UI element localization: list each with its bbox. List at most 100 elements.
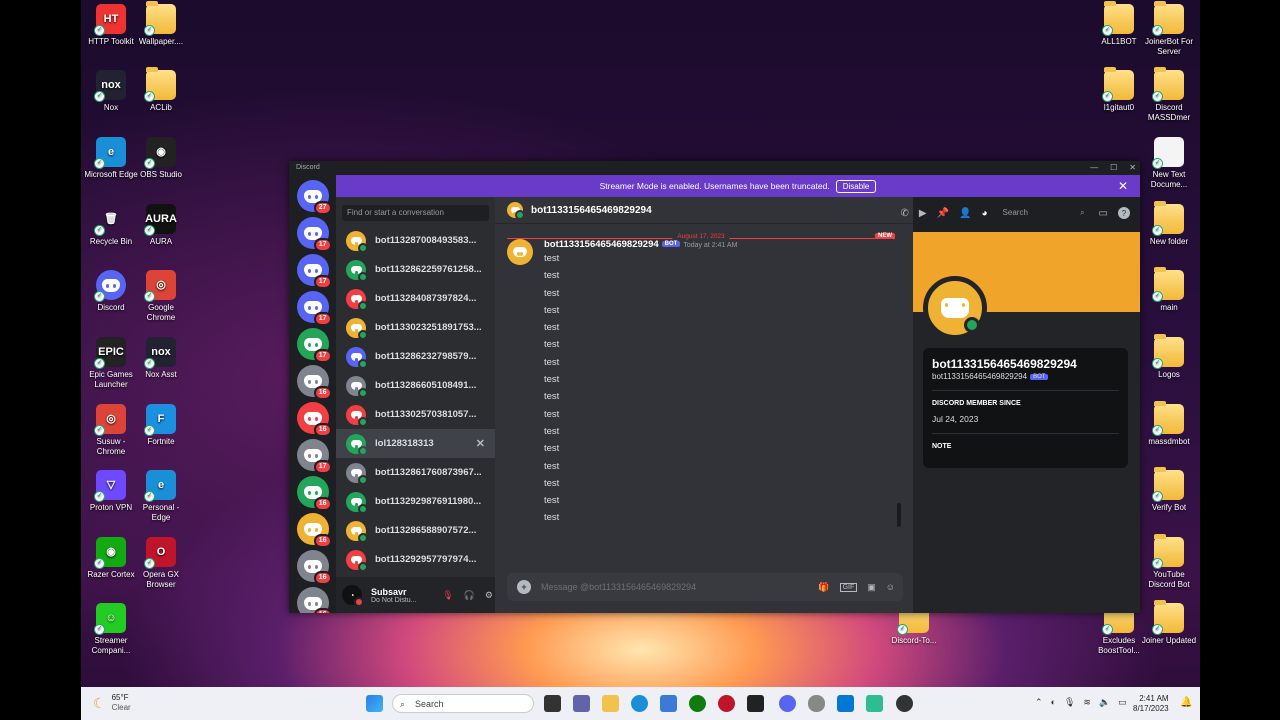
pin-icon[interactable]: 📌	[937, 208, 949, 219]
help-icon[interactable]: ?	[1118, 207, 1130, 219]
desktop-icon[interactable]: nox ✓ Nox	[83, 70, 139, 113]
tray-chevron-icon[interactable]: ⌃	[1035, 697, 1043, 708]
desktop-icon[interactable]: ✓ l1gitaut0	[1091, 67, 1147, 113]
desktop-icon[interactable]: ✓ massdmbot	[1141, 401, 1197, 447]
chat-search-input[interactable]: Search ⌕	[997, 206, 1089, 220]
dm-notification-avatar[interactable]: 17	[296, 328, 332, 363]
dm-item[interactable]: bot113292957797974...	[336, 545, 495, 574]
dm-item[interactable]: lol128318313 ✕	[336, 429, 495, 458]
clock[interactable]: 2:41 AM 8/17/2023	[1133, 694, 1169, 714]
wifi-icon[interactable]: ≋	[1083, 697, 1091, 708]
desktop-icon[interactable]: e ✓ Microsoft Edge	[83, 137, 139, 180]
desktop-icon[interactable]: nox ✓ Nox Asst	[133, 337, 189, 380]
dm-notification-avatar[interactable]: 17	[296, 217, 332, 252]
desktop-icon[interactable]: ✓ JoinerBot For Server	[1141, 1, 1197, 57]
xbox-icon[interactable]	[689, 695, 706, 712]
dm-item[interactable]: bot113286225976125​8...	[336, 255, 495, 284]
volume-icon[interactable]: 🔈	[1099, 697, 1110, 708]
desktop-icon[interactable]: O ✓ Opera GX Browser	[133, 537, 189, 590]
desktop-icon[interactable]: ✓ Logos	[1141, 334, 1197, 380]
banner-close-icon[interactable]: ✕	[1118, 179, 1128, 193]
dm-item[interactable]: bot113302570381057...	[336, 400, 495, 429]
emoji-icon[interactable]: ☺	[886, 582, 895, 592]
mouse-app-icon[interactable]	[808, 695, 825, 712]
desktop-icon[interactable]: ✓ Verify Bot	[1141, 467, 1197, 513]
inbox-icon[interactable]: ▭	[1099, 208, 1108, 219]
desktop-icon[interactable]: ✓ New Text Docume...	[1141, 137, 1197, 190]
desktop-icon[interactable]: ▽ ✓ Proton VPN	[83, 470, 139, 513]
minimize-icon[interactable]: —	[1090, 161, 1098, 175]
gif-icon[interactable]: GIF	[839, 582, 858, 592]
dm-notification-avatar[interactable]: 16	[296, 550, 332, 585]
desktop-icon[interactable]: ✓ Discord	[83, 270, 139, 313]
desktop-icon[interactable]: ✓ ACLib	[133, 67, 189, 113]
note-label[interactable]: NOTE	[932, 443, 1119, 450]
user-profile-icon[interactable]: ◕	[982, 208, 988, 219]
desktop-icon[interactable]: EPIC ✓ Epic Games Launcher	[83, 337, 139, 390]
add-attachment-icon[interactable]: +	[517, 580, 531, 594]
mute-mic-icon[interactable]: 🎙	[442, 590, 453, 601]
dm-item[interactable]: bot113302325189175​3...	[336, 313, 495, 342]
dm-notification-avatar[interactable]: 16	[296, 365, 332, 400]
dm-item[interactable]: bot113292987691198​0...	[336, 487, 495, 516]
desktop-icon[interactable]: ◉ ✓ Razer Cortex	[83, 537, 139, 580]
discord-taskbar-icon[interactable]	[779, 695, 796, 712]
desktop-icon[interactable]: F ✓ Fortnite	[133, 404, 189, 447]
gift-icon[interactable]: 🎁	[818, 582, 829, 593]
vscode-icon[interactable]	[837, 695, 854, 712]
desktop-icon[interactable]: 🗑 ✓ Recycle Bin	[83, 204, 139, 247]
dm-notification-avatar[interactable]: 17	[296, 439, 332, 474]
add-friend-icon[interactable]: 👤	[959, 208, 971, 219]
mic-tray-icon[interactable]: 🎙	[1064, 697, 1075, 708]
desktop-icon[interactable]: HT ✓ HTTP Toolkit	[83, 4, 139, 47]
message-author-avatar[interactable]	[507, 239, 533, 265]
app-taskbar-icon[interactable]	[896, 695, 913, 712]
dm-notification-avatar[interactable]: 17	[296, 254, 332, 289]
dm-item[interactable]: bot113286605108491...	[336, 371, 495, 400]
dm-notification-avatar[interactable]: 17	[296, 291, 332, 326]
dm-item[interactable]: bot113286232798579...	[336, 342, 495, 371]
desktop-icon[interactable]: ◎ ✓ Susuw - Chrome	[83, 404, 139, 457]
file-explorer-icon[interactable]	[602, 695, 619, 712]
notification-icon[interactable]: 🔔	[1180, 697, 1192, 708]
message-author[interactable]: bot1133156465469829294	[544, 239, 659, 250]
close-dm-icon[interactable]: ✕	[476, 437, 485, 450]
desktop-icon[interactable]: ✓ New folder	[1141, 201, 1197, 247]
desktop-icon[interactable]: ✓ Wallpaper....	[133, 1, 189, 47]
teams-icon[interactable]	[573, 695, 590, 712]
dm-item[interactable]: bot113287008493583...	[336, 226, 495, 255]
task-view-icon[interactable]	[544, 695, 561, 712]
chat-scrollbar[interactable]	[897, 503, 901, 527]
message-composer[interactable]: + Message @bot1133156465469829294 🎁 GIF …	[507, 573, 903, 601]
terminal-icon[interactable]	[747, 695, 764, 712]
dm-notification-avatar[interactable]: 16	[296, 513, 332, 548]
desktop-icon[interactable]: ✓ YouTube Discord Bot	[1141, 534, 1197, 590]
disable-streamer-button[interactable]: Disable	[835, 179, 877, 193]
profile-avatar[interactable]	[923, 276, 987, 340]
dm-item[interactable]: bot113286588907572...	[336, 516, 495, 545]
maximize-icon[interactable]: ☐	[1110, 161, 1117, 175]
desktop-icon[interactable]: ✓ main	[1141, 267, 1197, 313]
dm-item[interactable]: bot113286176087396​7...	[336, 458, 495, 487]
sticker-icon[interactable]: ▣	[867, 582, 876, 593]
notepad-icon[interactable]	[866, 695, 883, 712]
opera-icon[interactable]	[718, 695, 735, 712]
battery-icon[interactable]: ▭	[1118, 697, 1127, 708]
start-windows-icon[interactable]	[366, 695, 383, 712]
taskbar-search[interactable]: ⌕ Search	[392, 694, 534, 713]
find-conversation-input[interactable]: Find or start a conversation	[342, 205, 489, 221]
desktop-icon[interactable]: ✓ Joiner Updated	[1141, 600, 1197, 646]
desktop-icon[interactable]: ✓ Discord MASSDmer	[1141, 67, 1197, 123]
dm-notification-avatar[interactable]: 16	[296, 587, 332, 613]
video-call-icon[interactable]: ▶	[919, 208, 927, 219]
desktop-icon[interactable]: AURA ✓ AURA	[133, 204, 189, 247]
dm-notification-avatar[interactable]: 16	[296, 402, 332, 437]
store-icon[interactable]	[660, 695, 677, 712]
close-window-icon[interactable]: ✕	[1129, 161, 1136, 175]
tray-app-icon[interactable]: ◐	[1051, 697, 1056, 708]
desktop-icon[interactable]: e ✓ Personal - Edge	[133, 470, 189, 523]
dm-notification-avatar[interactable]: 27	[296, 180, 332, 215]
desktop-icon[interactable]: ◉ ✓ OBS Studio	[133, 137, 189, 180]
headphones-icon[interactable]: 🎧	[464, 590, 475, 601]
desktop-icon[interactable]: ☺ ✓ Streamer Compani...	[83, 603, 139, 656]
